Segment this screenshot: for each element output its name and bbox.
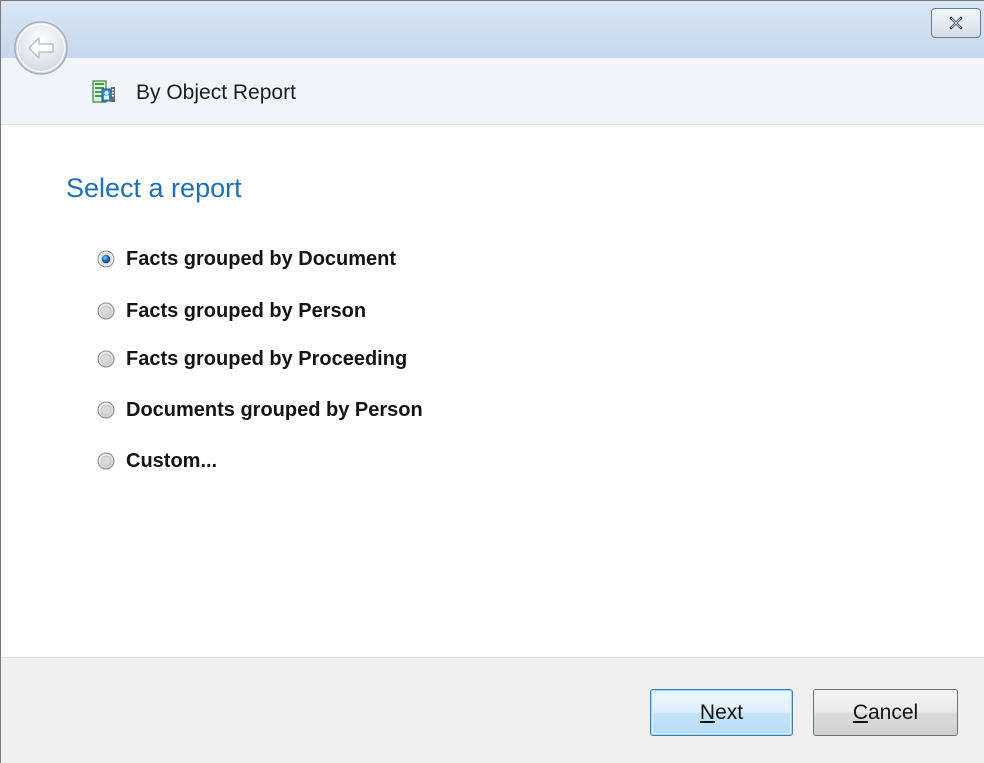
content-area — [1, 125, 984, 657]
report-option-facts-by-person[interactable]: Facts grouped by Person — [97, 298, 366, 324]
radio-unselected-icon[interactable] — [97, 452, 115, 470]
next-button[interactable]: Next — [650, 689, 793, 736]
option-label: Facts grouped by Person — [126, 299, 367, 322]
page-heading: Select a report — [66, 173, 242, 203]
report-icon — [92, 80, 116, 104]
cancel-mnemonic: C — [852, 700, 868, 724]
report-wizard-window: By Object Report Select a report Facts g… — [0, 0, 984, 763]
radio-selected-icon[interactable] — [97, 250, 115, 268]
cancel-label: ancel — [867, 700, 919, 724]
next-label: ext — [715, 700, 744, 724]
radio-unselected-icon[interactable] — [97, 350, 115, 368]
report-option-custom[interactable]: Custom... — [97, 448, 217, 474]
report-option-facts-by-proceeding[interactable]: Facts grouped by Proceeding — [97, 346, 407, 372]
close-button[interactable] — [931, 8, 981, 38]
back-arrow-icon — [14, 21, 68, 75]
option-label: Facts grouped by Document — [126, 247, 397, 270]
title-bar — [1, 1, 984, 58]
report-option-documents-by-person[interactable]: Documents grouped by Person — [97, 397, 423, 423]
option-label: Documents grouped by Person — [126, 398, 423, 421]
report-option-facts-by-document[interactable]: Facts grouped by Document — [97, 246, 396, 272]
dialog-title: By Object Report — [136, 81, 296, 104]
option-label: Facts grouped by Proceeding — [126, 347, 408, 370]
close-icon — [949, 16, 963, 30]
radio-unselected-icon[interactable] — [97, 302, 115, 320]
option-label: Custom... — [126, 449, 218, 472]
radio-unselected-icon[interactable] — [97, 401, 115, 419]
next-mnemonic: N — [699, 700, 716, 724]
cancel-button[interactable]: Cancel — [813, 689, 958, 736]
back-button[interactable] — [13, 20, 69, 76]
